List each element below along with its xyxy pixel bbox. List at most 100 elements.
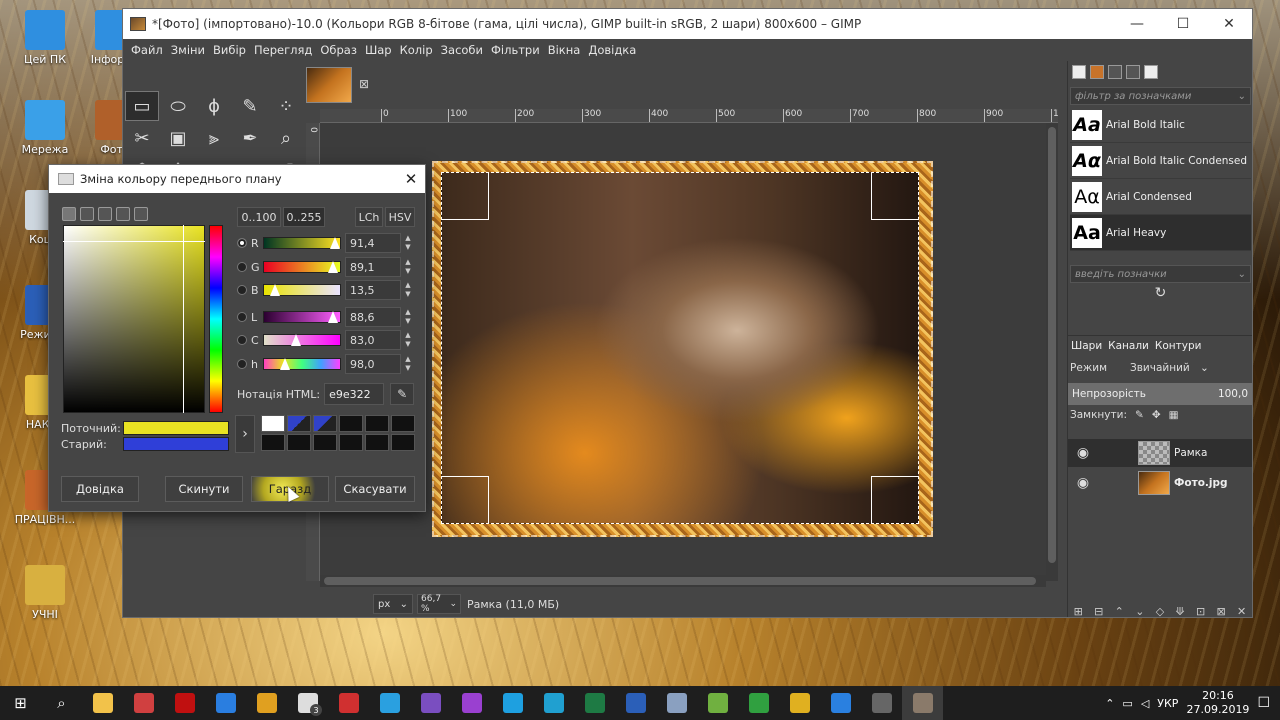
minimize-button[interactable]: — <box>1114 9 1160 39</box>
channel-radio[interactable] <box>237 335 247 345</box>
word-icon[interactable] <box>615 686 656 720</box>
watercolor-selector-icon[interactable] <box>134 207 148 221</box>
pattern-tab-icon[interactable] <box>1090 65 1104 79</box>
zoom-tool-icon[interactable]: ⌕ <box>269 123 303 153</box>
edge-icon[interactable] <box>205 686 246 720</box>
history-swatch[interactable] <box>391 434 415 451</box>
dock-tab-0[interactable]: Шари <box>1068 340 1105 352</box>
font-tag-filter[interactable]: фільтр за позначками ⌄ <box>1070 87 1251 105</box>
history-swatch[interactable] <box>391 415 415 432</box>
spin-buttons[interactable]: ▲ ▼ <box>403 258 413 276</box>
cmyk-selector-icon[interactable] <box>80 207 94 221</box>
free-select-tool-icon[interactable]: ϕ <box>197 91 231 121</box>
spin-down-icon[interactable]: ▼ <box>405 340 410 349</box>
spin-buttons[interactable]: ▲ ▼ <box>403 355 413 373</box>
app-icon-1[interactable] <box>123 686 164 720</box>
fuzzy-select-tool-icon[interactable]: ✎ <box>233 91 267 121</box>
reset-button[interactable]: Скинути <box>165 476 243 502</box>
color-picker-icon[interactable]: ✎ <box>390 383 415 405</box>
spin-down-icon[interactable]: ▼ <box>405 317 410 326</box>
spin-up-icon[interactable]: ▲ <box>405 258 410 267</box>
channel-radio[interactable] <box>237 312 247 322</box>
excel-icon[interactable] <box>574 686 615 720</box>
layer-action-icon[interactable]: ⊡ <box>1196 605 1205 617</box>
gimp-icon[interactable] <box>902 686 943 720</box>
history-swatch[interactable] <box>365 415 389 432</box>
spin-down-icon[interactable]: ▼ <box>405 243 410 252</box>
lock-position-icon[interactable]: ✥ <box>1152 409 1161 421</box>
spin-buttons[interactable]: ▲ ▼ <box>403 308 413 326</box>
history-swatch[interactable] <box>287 434 311 451</box>
font-list-item[interactable]: Aa Arial Bold Italic <box>1070 107 1251 143</box>
channel-slider[interactable] <box>263 284 341 296</box>
menu-item[interactable]: Зміни <box>167 43 209 57</box>
gradient-tab-icon[interactable] <box>1108 65 1122 79</box>
spin-up-icon[interactable]: ▲ <box>405 281 410 290</box>
channel-radio[interactable] <box>237 238 247 248</box>
maximize-button[interactable]: ☐ <box>1160 9 1206 39</box>
cancel-button[interactable]: Скасувати <box>335 476 415 502</box>
layer-action-icon[interactable]: ⊞ <box>1074 605 1083 617</box>
layer-action-icon[interactable]: ⟱ <box>1175 605 1184 617</box>
channel-value-input[interactable]: 98,0 <box>345 354 401 374</box>
scissors-tool-icon[interactable]: ✂ <box>125 123 159 153</box>
palette-tab-icon[interactable] <box>1126 65 1140 79</box>
spin-buttons[interactable]: ▲ ▼ <box>403 234 413 252</box>
html-notation-input[interactable]: e9e322 <box>324 383 385 405</box>
lch-button[interactable]: LCh <box>355 207 383 227</box>
history-swatch[interactable] <box>339 415 363 432</box>
font-list-item[interactable]: Aa Arial Heavy <box>1070 215 1251 251</box>
menu-item[interactable]: Вікна <box>544 43 585 57</box>
spin-buttons[interactable]: ▲ ▼ <box>403 331 413 349</box>
dock-tab-2[interactable]: Контури <box>1152 340 1205 352</box>
channel-value-input[interactable]: 91,4 <box>345 233 401 253</box>
channel-value-input[interactable]: 13,5 <box>345 280 401 300</box>
rect-select-tool-icon[interactable]: ▭ <box>125 91 159 121</box>
history-swatch[interactable] <box>313 415 337 432</box>
viber-icon[interactable] <box>410 686 451 720</box>
eye-icon[interactable]: ◉ <box>1068 445 1098 461</box>
color-picker-tool-icon[interactable]: ✒ <box>233 123 267 153</box>
menu-item[interactable]: Колір <box>396 43 437 57</box>
channel-slider[interactable] <box>263 358 341 370</box>
unit-select[interactable]: px ⌄ <box>373 594 413 614</box>
refresh-fonts-icon[interactable]: ↻ <box>1068 285 1252 301</box>
close-window-button[interactable]: ✕ <box>1206 9 1252 39</box>
language-indicator[interactable]: УКР <box>1157 697 1178 710</box>
font-list-item[interactable]: Aα Arial Condensed <box>1070 179 1251 215</box>
history-swatch[interactable] <box>313 434 337 451</box>
app-icon-3[interactable] <box>697 686 738 720</box>
app-icon-2[interactable] <box>164 686 205 720</box>
channel-radio[interactable] <box>237 262 247 272</box>
channel-slider[interactable] <box>263 334 341 346</box>
layer-action-icon[interactable]: ✕ <box>1237 605 1246 617</box>
add-to-history-button[interactable]: › <box>235 415 255 453</box>
chevron-down-icon[interactable]: ⌄ <box>1200 362 1209 374</box>
channel-slider[interactable] <box>263 261 341 273</box>
paths-tool-icon[interactable]: ⫸ <box>197 123 231 153</box>
horizontal-scrollbar[interactable] <box>320 575 1046 587</box>
lock-pixels-icon[interactable]: ✎ <box>1135 409 1144 421</box>
range-0-100-button[interactable]: 0..100 <box>237 207 281 227</box>
layer-action-icon[interactable]: ⊟ <box>1094 605 1103 617</box>
gimp-selector-icon[interactable] <box>62 207 76 221</box>
menu-item[interactable]: Шар <box>361 43 396 57</box>
opacity-slider[interactable]: Непрозорість 100,0 <box>1068 383 1252 405</box>
tray-chevron-icon[interactable]: ⌃ <box>1105 697 1114 710</box>
settings-icon[interactable] <box>656 686 697 720</box>
dropbox-icon[interactable] <box>820 686 861 720</box>
layer-row[interactable]: ◉ Рамка <box>1068 439 1252 467</box>
hsv-button[interactable]: HSV <box>385 207 415 227</box>
lock-alpha-icon[interactable]: ▦ <box>1169 409 1179 421</box>
spin-down-icon[interactable]: ▼ <box>405 290 410 299</box>
mode-select[interactable]: Звичайний <box>1130 362 1200 374</box>
channel-slider[interactable] <box>263 311 341 323</box>
menu-item[interactable]: Вибір <box>209 43 250 57</box>
range-0-255-button[interactable]: 0..255 <box>283 207 325 227</box>
menu-item[interactable]: Фільтри <box>487 43 544 57</box>
spin-up-icon[interactable]: ▲ <box>405 234 410 243</box>
history-swatch[interactable] <box>365 434 389 451</box>
foreground-select-tool-icon[interactable]: ▣ <box>161 123 195 153</box>
font-tab-icon[interactable] <box>1144 65 1158 79</box>
menu-item[interactable]: Довідка <box>584 43 640 57</box>
